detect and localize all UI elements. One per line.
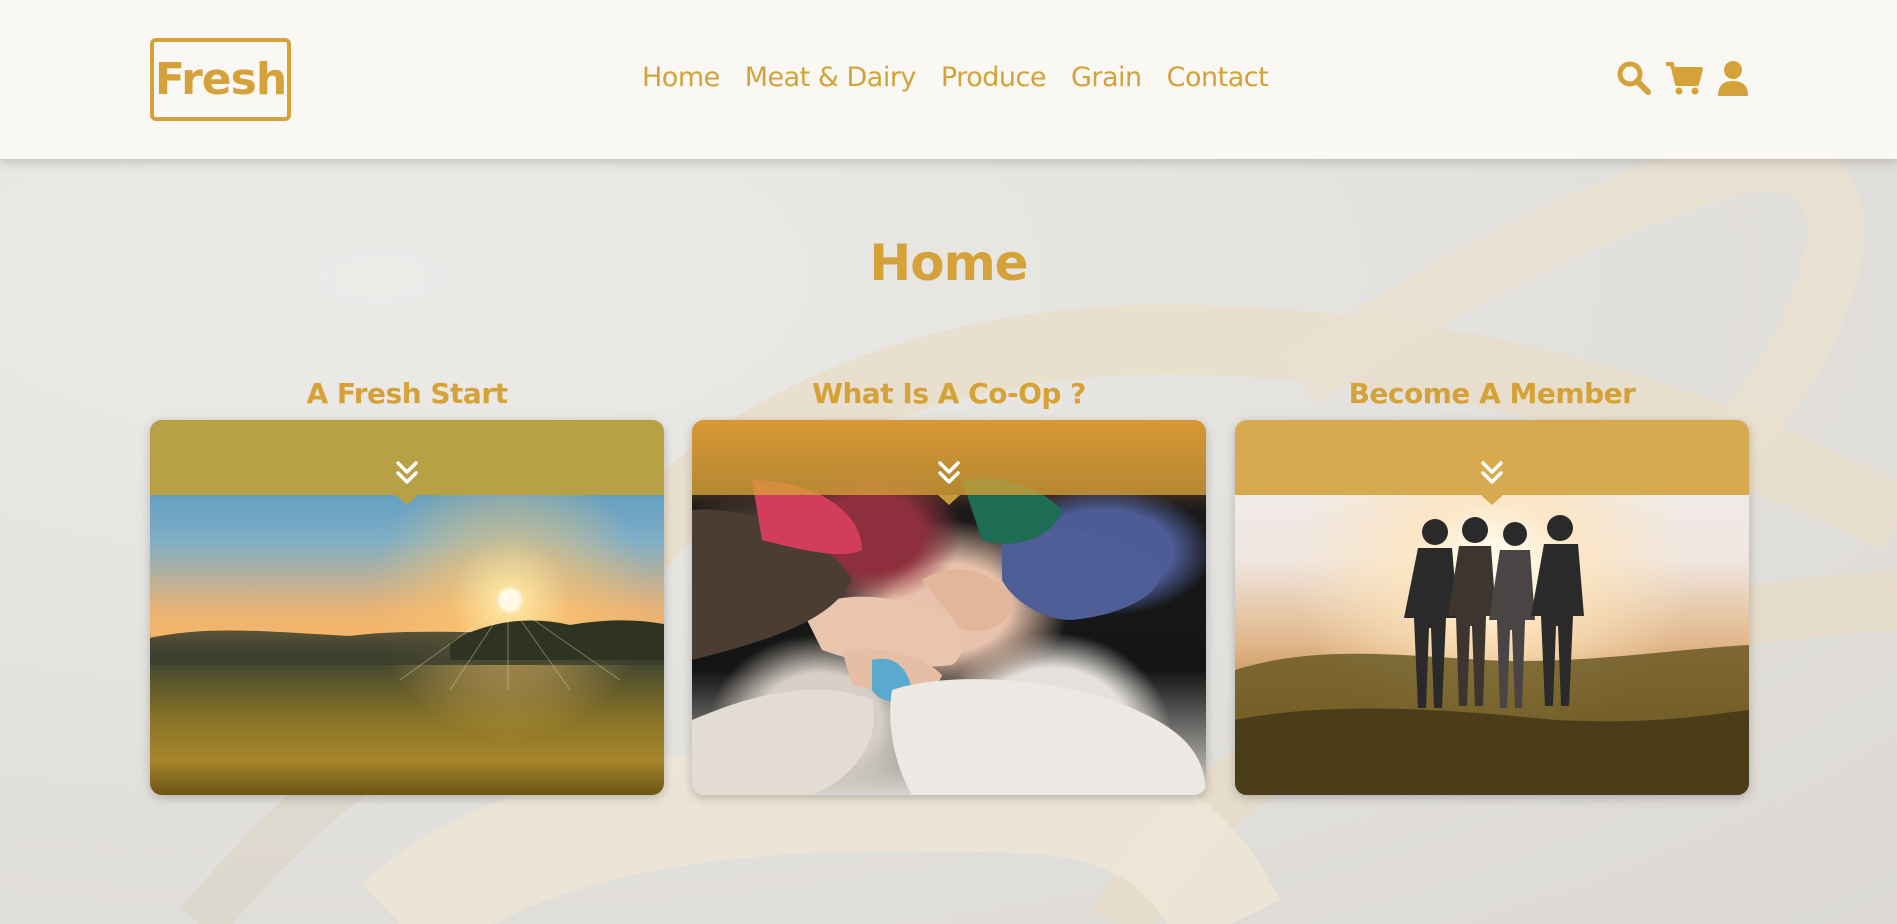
chevron-double-down-icon[interactable] bbox=[1480, 460, 1504, 486]
card-title-fresh-start: A Fresh Start bbox=[306, 377, 508, 410]
logo[interactable]: Fresh bbox=[150, 38, 291, 121]
chevron-double-down-icon[interactable] bbox=[395, 460, 419, 486]
card-title-become-member: Become A Member bbox=[1348, 377, 1636, 410]
site-header: Fresh Home Meat & Dairy Produce Grain Co… bbox=[0, 0, 1897, 159]
nav-grain[interactable]: Grain bbox=[1071, 62, 1142, 93]
header-icons bbox=[1616, 60, 1752, 96]
nav-home[interactable]: Home bbox=[642, 62, 720, 93]
user-icon[interactable] bbox=[1716, 60, 1752, 96]
card-title-co-op: What Is A Co-Op ? bbox=[812, 377, 1086, 410]
search-icon[interactable] bbox=[1616, 60, 1652, 96]
nav-meat-dairy[interactable]: Meat & Dairy bbox=[745, 62, 917, 93]
card-what-is-co-op[interactable] bbox=[692, 420, 1206, 795]
cart-icon[interactable] bbox=[1664, 60, 1704, 96]
nav-produce[interactable]: Produce bbox=[941, 62, 1047, 93]
card-fresh-start[interactable] bbox=[150, 420, 664, 795]
chevron-double-down-icon[interactable] bbox=[937, 460, 961, 486]
card-become-member[interactable] bbox=[1235, 420, 1749, 795]
main-nav: Home Meat & Dairy Produce Grain Contact bbox=[642, 62, 1269, 93]
page-title: Home bbox=[869, 234, 1028, 292]
nav-contact[interactable]: Contact bbox=[1167, 62, 1269, 93]
